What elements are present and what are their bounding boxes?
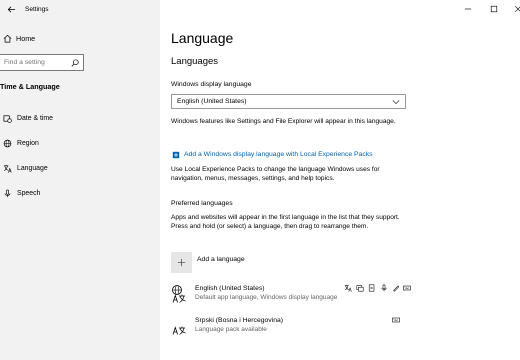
language-glyph-icon [172, 326, 186, 335]
sidebar-item-region[interactable]: Region [0, 136, 160, 150]
keyboard-feature-icon [392, 317, 400, 323]
language-status: Language pack available [195, 326, 267, 333]
add-icon [171, 150, 180, 159]
display-language-dropdown[interactable]: English (United States) [171, 94, 406, 109]
text-to-speech-feature-icon [356, 285, 364, 292]
link-desc: Use Local Experience Packs to change the… [171, 166, 380, 182]
sidebar-item-date-time[interactable]: Date & time [0, 111, 160, 125]
home-icon [2, 33, 12, 43]
page-title: Language [171, 30, 234, 46]
section-title: Time & Language [0, 82, 60, 91]
nav-home[interactable]: Home [0, 31, 160, 45]
preferred-languages-desc: Apps and websites will appear in the fir… [171, 214, 400, 230]
display-language-label: Windows display language [171, 81, 252, 88]
display-language-feature-icon [344, 284, 352, 292]
handwriting-feature-icon [368, 284, 375, 292]
language-item-srpski[interactable]: Srpski (Bosna i Hercegovina) Language pa… [171, 315, 406, 339]
title-bar: Settings [0, 0, 160, 18]
globe-icon [2, 138, 12, 148]
language-icon [2, 163, 12, 173]
language-status: Default app language, Windows display la… [195, 294, 338, 301]
display-language-value: English (United States) [177, 98, 247, 105]
app-title: Settings [25, 5, 49, 13]
add-language-button[interactable]: Add a language [171, 252, 245, 273]
display-language-desc: Windows features like Settings and File … [171, 118, 396, 125]
back-arrow-icon [7, 6, 15, 12]
add-display-language-link-label: Add a Windows display language with Loca… [184, 151, 373, 158]
language-item-english[interactable]: English (United States) Default app lang… [171, 283, 411, 307]
languages-heading: Languages [171, 56, 219, 67]
sidebar-item-label: Region [17, 139, 39, 147]
add-display-language-link[interactable]: Add a Windows display language with Loca… [171, 150, 373, 159]
search-icon[interactable] [70, 58, 80, 68]
speech-recognition-feature-icon [381, 284, 387, 292]
sidebar-item-label: Date & time [17, 114, 53, 122]
language-name: English (United States) [195, 285, 265, 292]
sidebar-item-speech[interactable]: Speech [0, 186, 160, 200]
keyboard-feature-icon [403, 285, 411, 291]
sidebar: Settings Home Time & Language Date & tim… [0, 0, 160, 360]
search-input[interactable] [0, 59, 70, 66]
add-language-label: Add a language [197, 256, 245, 263]
microphone-icon [2, 188, 12, 198]
sidebar-item-language[interactable]: Language [0, 161, 160, 175]
back-button[interactable] [3, 1, 19, 17]
chevron-down-icon [392, 99, 400, 104]
language-glyph-icon [172, 285, 186, 303]
sidebar-item-label: Speech [17, 189, 41, 197]
preferred-languages-heading: Preferred languages [171, 200, 233, 207]
language-name: Srpski (Bosna i Hercegovina) [195, 317, 284, 324]
sidebar-item-label: Language [17, 164, 48, 172]
plus-icon [171, 252, 192, 273]
nav-home-label: Home [16, 33, 36, 43]
close-icon [514, 5, 520, 13]
search-box[interactable] [0, 54, 84, 71]
calendar-clock-icon [2, 113, 12, 123]
pen-feature-icon [393, 285, 400, 292]
main-content: Language Languages Windows display langu… [171, 0, 511, 360]
